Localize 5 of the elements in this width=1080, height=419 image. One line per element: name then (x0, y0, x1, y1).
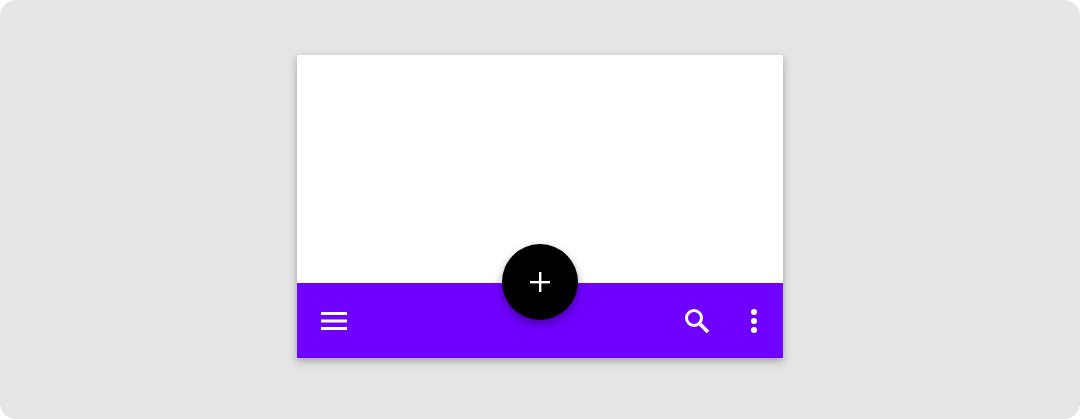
search-icon (684, 307, 710, 334)
menu-icon (321, 310, 347, 331)
more-icon (750, 308, 758, 333)
add-icon (529, 271, 551, 293)
add-fab[interactable] (502, 244, 578, 320)
